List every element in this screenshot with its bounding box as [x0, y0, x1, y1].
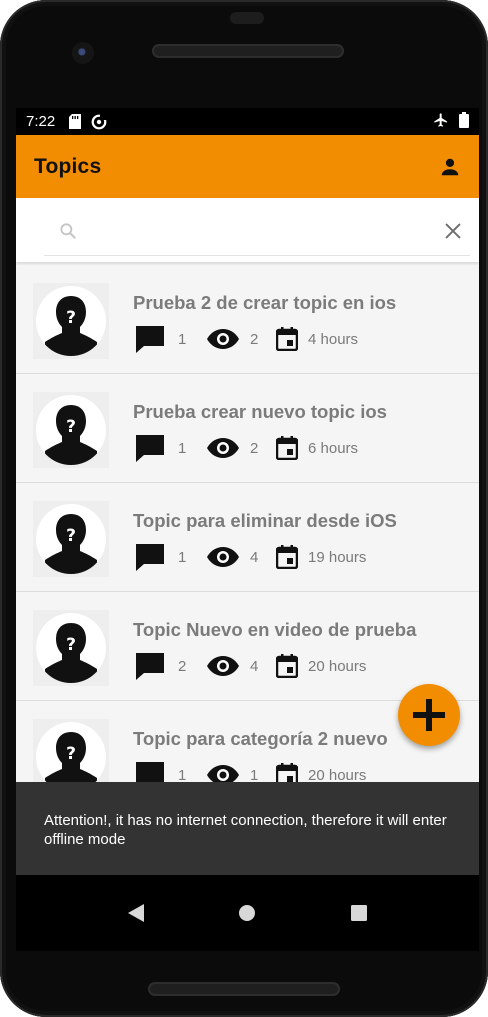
home-button[interactable] [238, 904, 256, 922]
svg-text:?: ? [66, 417, 76, 437]
account-icon [441, 158, 459, 175]
topic-date: 4 hours [308, 330, 359, 348]
top-speaker [152, 44, 344, 58]
airplane-mode-icon [433, 112, 449, 132]
screen: 7:22 Topics ? Prueba 2 de crear topic en… [16, 108, 479, 951]
calendar-icon [276, 654, 298, 678]
avatar: ? [33, 610, 109, 686]
app-bar: Topics [16, 135, 479, 198]
svg-text:?: ? [66, 308, 76, 328]
snackbar-message: Attention!, it has no internet connectio… [44, 812, 447, 848]
clear-search-button[interactable] [442, 220, 464, 242]
topic-meta: 1 4 19 hours [134, 542, 366, 572]
comment-count: 1 [178, 766, 187, 784]
comment-count: 1 [178, 330, 187, 348]
comment-icon [136, 544, 164, 571]
view-count: 2 [250, 330, 259, 348]
topic-list-item[interactable]: ? Topic para eliminar desde iOS 1 4 19 h… [16, 483, 479, 592]
eye-icon [207, 329, 239, 349]
view-count: 1 [250, 766, 259, 784]
add-topic-button[interactable] [398, 684, 460, 746]
close-icon [445, 223, 461, 238]
topic-list-item[interactable]: ? Topic Nuevo en video de prueba 2 4 20 … [16, 592, 479, 701]
avatar: ? [33, 501, 109, 577]
status-bar: 7:22 [16, 108, 479, 135]
topic-title: Prueba crear nuevo topic ios [133, 401, 387, 422]
plus-icon [413, 699, 445, 731]
unknown-user-icon: ? [45, 405, 97, 465]
comment-count: 2 [178, 657, 187, 675]
comment-count: 1 [178, 548, 187, 566]
view-count: 4 [250, 657, 259, 675]
topic-title: Topic para eliminar desde iOS [133, 510, 397, 531]
back-button[interactable] [127, 903, 145, 923]
back-icon [127, 904, 144, 922]
topic-meta: 1 2 4 hours [134, 324, 358, 354]
sync-icon [91, 113, 107, 130]
topic-list-item[interactable]: ? Prueba 2 de crear topic en ios 1 2 4 h… [16, 265, 479, 374]
view-count: 2 [250, 439, 259, 457]
eye-icon [207, 438, 239, 458]
status-time: 7:22 [26, 113, 56, 130]
unknown-user-icon: ? [45, 623, 97, 683]
svg-text:?: ? [66, 744, 76, 764]
search-panel [16, 198, 479, 262]
svg-text:?: ? [66, 526, 76, 546]
view-count: 4 [250, 548, 259, 566]
offline-snackbar: Attention!, it has no internet connectio… [16, 782, 479, 875]
system-nav-bar [16, 875, 479, 951]
topic-list-item[interactable]: ? Prueba crear nuevo topic ios 1 2 6 hou… [16, 374, 479, 483]
comment-icon [136, 326, 164, 353]
search-bar [44, 206, 470, 256]
battery-icon [459, 111, 469, 132]
search-icon [58, 221, 78, 241]
topic-title: Prueba 2 de crear topic en ios [133, 292, 397, 313]
topic-title: Topic para categoría 2 nuevo [133, 728, 388, 749]
account-button[interactable] [439, 156, 461, 178]
eye-icon [207, 656, 239, 676]
topic-meta: 1 2 6 hours [134, 433, 358, 463]
recents-icon [351, 905, 368, 921]
comment-count: 1 [178, 439, 187, 457]
avatar: ? [33, 283, 109, 359]
svg-text:?: ? [66, 635, 76, 655]
calendar-icon [276, 545, 298, 569]
front-camera [72, 42, 94, 64]
topic-date: 6 hours [308, 439, 359, 457]
calendar-icon [276, 327, 298, 351]
eye-icon [207, 547, 239, 567]
comment-icon [136, 653, 164, 680]
phone-frame: 7:22 Topics ? Prueba 2 de crear topic en… [0, 0, 488, 1017]
topic-date: 19 hours [308, 548, 367, 566]
topic-meta: 2 4 20 hours [134, 651, 366, 681]
search-input[interactable] [88, 210, 442, 251]
sd-card-icon [69, 114, 82, 129]
topic-date: 20 hours [308, 766, 367, 784]
topic-title: Topic Nuevo en video de prueba [133, 619, 417, 640]
calendar-icon [276, 436, 298, 460]
unknown-user-icon: ? [45, 514, 97, 574]
page-title: Topics [34, 154, 102, 178]
status-right [433, 111, 469, 132]
topic-date: 20 hours [308, 657, 367, 675]
unknown-user-icon: ? [45, 296, 97, 356]
earpiece [230, 12, 264, 24]
home-icon [239, 905, 256, 921]
avatar: ? [33, 392, 109, 468]
recents-button[interactable] [350, 904, 368, 922]
comment-icon [136, 435, 164, 462]
bottom-speaker [148, 982, 340, 996]
